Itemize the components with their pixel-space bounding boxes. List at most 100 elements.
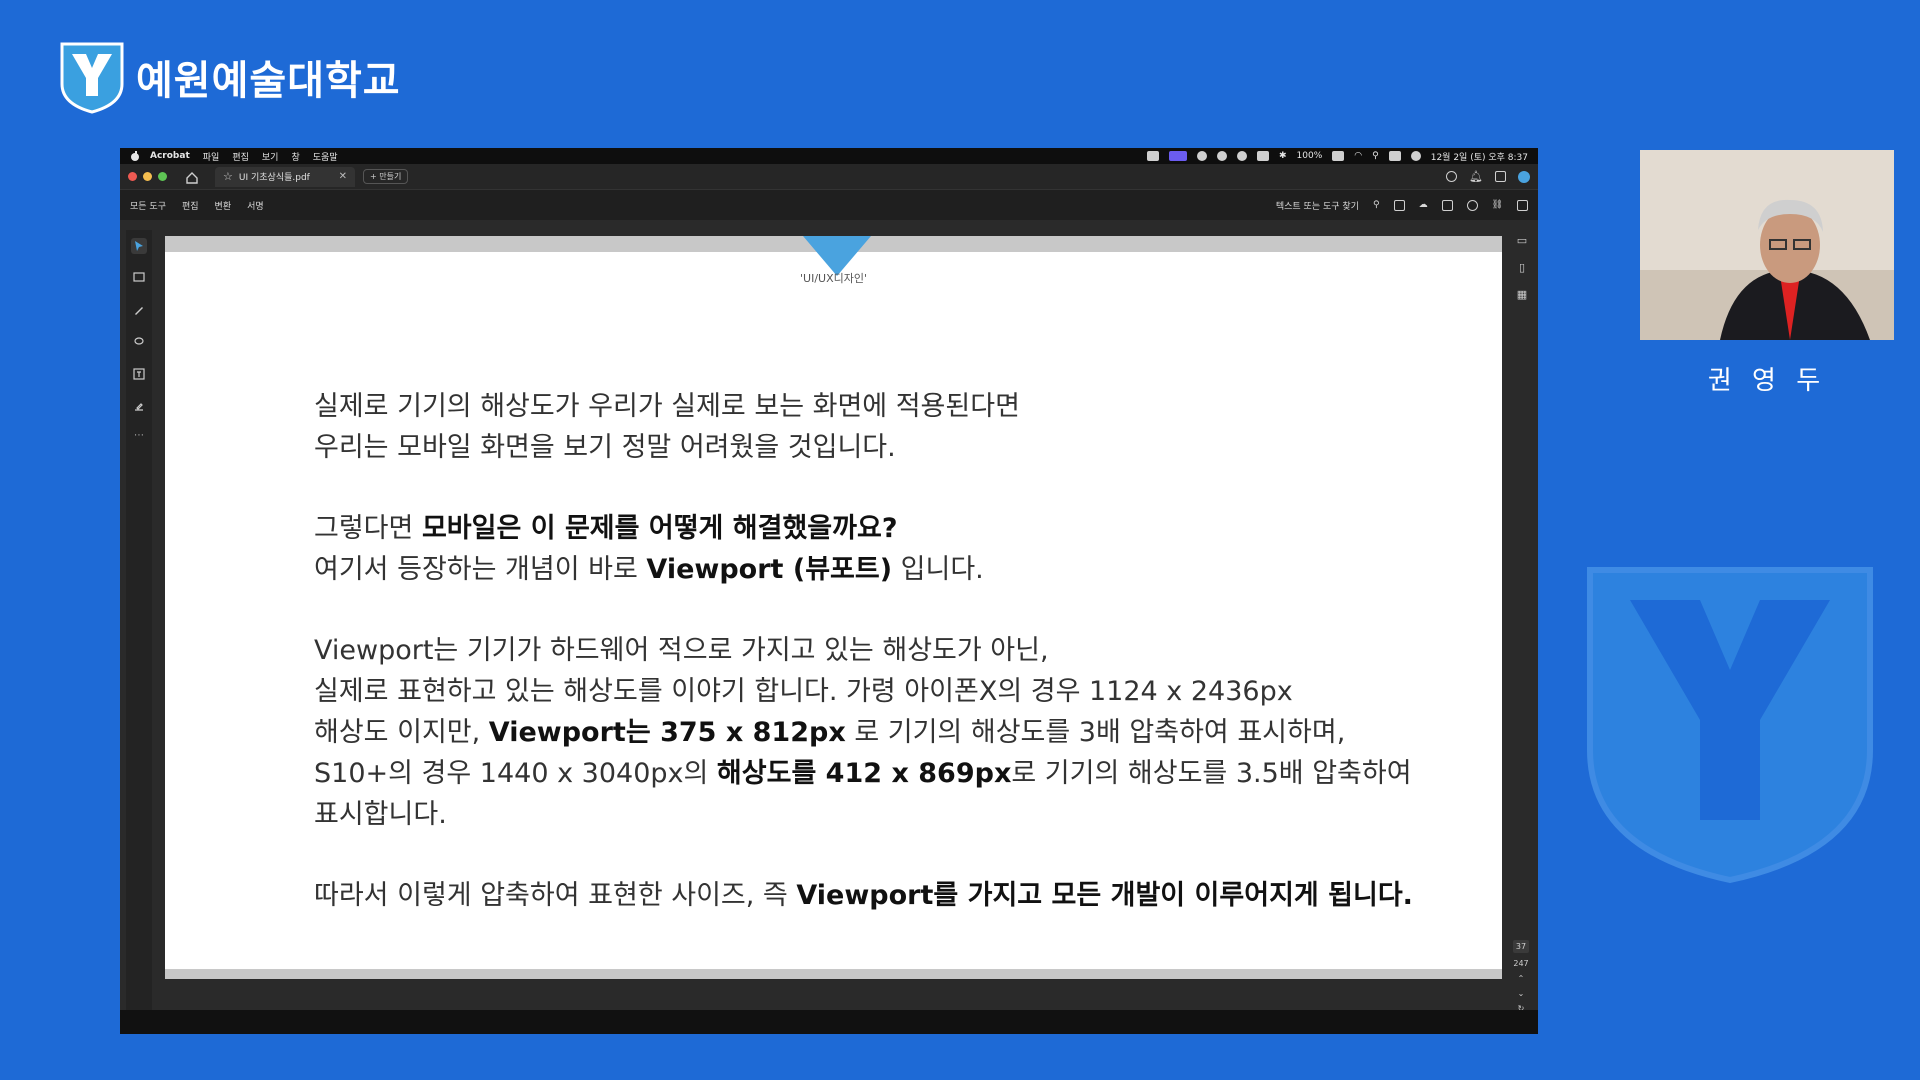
bold-text: Viewport를 가지고 모든 개발이 이루어지게 됩니다. — [796, 880, 1413, 911]
university-watermark-emblem-icon — [1580, 560, 1880, 890]
zoom-window-button[interactable] — [158, 172, 167, 181]
window-controls — [128, 172, 167, 181]
text-span: S10+의 경우 1440 x 3040px의 — [314, 758, 717, 789]
comment-panel-icon[interactable]: ▭ — [1517, 234, 1527, 247]
status-icon[interactable] — [1257, 151, 1269, 161]
close-tab-icon[interactable]: ✕ — [339, 171, 347, 182]
presenter-webcam — [1640, 150, 1894, 340]
tool-search-field[interactable]: 텍스트 또는 도구 찾기 — [1276, 199, 1359, 212]
toolbar-right: 텍스트 또는 도구 찾기 ⚲ ☁ ⛓ — [1276, 199, 1528, 212]
convert-menu[interactable]: 변환 — [215, 199, 232, 212]
text-line: 따라서 이렇게 압축하여 표현한 사이즈, 즉 Viewport를 가지고 모든… — [314, 875, 1414, 916]
acrobat-toolbar: 모든 도구 편집 변환 서명 텍스트 또는 도구 찾기 ⚲ ☁ ⛓ — [120, 190, 1538, 220]
menu-edit[interactable]: 편집 — [232, 150, 249, 163]
menu-file[interactable]: 파일 — [203, 150, 220, 163]
stamp-icon[interactable] — [131, 398, 147, 414]
link-icon[interactable]: ⛓ — [1492, 200, 1503, 210]
status-icon[interactable] — [1237, 151, 1247, 161]
university-name: 예원예술대학교 — [136, 58, 401, 104]
account-avatar[interactable] — [1518, 170, 1530, 183]
text-line: 실제로 기기의 해상도가 우리가 실제로 보는 화면에 적용된다면 — [314, 391, 1020, 422]
page-up-icon[interactable]: ⌃ — [1518, 974, 1525, 983]
save-icon[interactable] — [1393, 199, 1405, 211]
menu-view[interactable]: 보기 — [262, 150, 279, 163]
battery-percentage: 100% — [1296, 151, 1323, 161]
new-tab-button[interactable]: + 만들기 — [363, 169, 409, 184]
text-line: 그렇다면 모바일은 이 문제를 어떻게 해결했을까요? — [314, 508, 1414, 549]
screen-bottom-bar — [120, 1010, 1538, 1034]
page-bottom-band — [165, 969, 1502, 979]
status-icon[interactable] — [1197, 151, 1207, 161]
paragraph-2: 그렇다면 모바일은 이 문제를 어떻게 해결했을까요? 여기서 등장하는 개념이… — [314, 508, 1414, 590]
screen-share-icon[interactable] — [1169, 151, 1187, 161]
edit-menu[interactable]: 편집 — [182, 199, 199, 212]
bell-icon[interactable]: 🔔︎ — [1469, 170, 1483, 183]
current-page-number[interactable]: 37 — [1512, 940, 1530, 953]
lasso-icon[interactable] — [131, 334, 147, 350]
text-line: 표시합니다. — [314, 799, 447, 830]
upload-cloud-icon[interactable]: ☁ — [1419, 200, 1428, 210]
more-tools-icon[interactable]: ⋯ — [134, 430, 144, 441]
minimize-window-button[interactable] — [143, 172, 152, 181]
menubar-clock[interactable]: 12월 2일 (토) 오후 8:37 — [1431, 150, 1528, 163]
menu-help[interactable]: 도움말 — [313, 150, 338, 163]
document-body: 실제로 기기의 해상도가 우리가 실제로 보는 화면에 적용된다면 우리는 모바… — [314, 386, 1414, 956]
comment-add-icon[interactable] — [131, 270, 147, 286]
pdf-page: 'UI/UX디자인' 실제로 기기의 해상도가 우리가 실제로 보는 화면에 적… — [165, 236, 1502, 979]
university-emblem-icon — [58, 40, 126, 114]
menu-acrobat[interactable]: Acrobat — [150, 151, 190, 161]
battery-icon[interactable] — [1332, 151, 1345, 161]
apps-grid-icon[interactable] — [1495, 171, 1506, 182]
siri-icon[interactable] — [1410, 151, 1421, 161]
text-span: 로 기기의 해상도를 3.5배 압축하여 — [1011, 758, 1412, 789]
text-line: 우리는 모바일 화면을 보기 정말 어려웠을 것입니다. — [314, 432, 896, 463]
print-icon[interactable] — [1441, 199, 1453, 211]
text-line: 여기서 등장하는 개념이 바로 Viewport (뷰포트) 입니다. — [314, 549, 1414, 590]
text-line: Viewport는 기기가 하드웨어 적으로 가지고 있는 해상도가 아닌, — [314, 635, 1049, 666]
paragraph-4: 따라서 이렇게 압축하여 표현한 사이즈, 즉 Viewport를 가지고 모든… — [314, 875, 1414, 916]
text-span: 그렇다면 — [314, 513, 422, 544]
status-icon[interactable] — [1147, 151, 1159, 161]
all-tools-menu[interactable]: 모든 도구 — [130, 199, 166, 212]
thumbnails-grid-icon[interactable]: ▦ — [1517, 288, 1527, 301]
paragraph-3: Viewport는 기기가 하드웨어 적으로 가지고 있는 해상도가 아닌, 실… — [314, 630, 1414, 835]
text-span: 따라서 이렇게 압축하여 표현한 사이즈, 즉 — [314, 880, 797, 911]
bluetooth-icon[interactable]: ✱ — [1279, 151, 1287, 161]
university-logo: 예원예술대학교 — [58, 40, 401, 114]
control-center-icon[interactable] — [1388, 151, 1401, 161]
home-icon[interactable] — [185, 170, 199, 184]
pen-icon[interactable] — [131, 302, 147, 318]
paragraph-1: 실제로 기기의 해상도가 우리가 실제로 보는 화면에 적용된다면 우리는 모바… — [314, 386, 1414, 468]
presenter-name: 권 영 두 — [1707, 366, 1827, 396]
wifi-icon[interactable]: ◠ — [1354, 151, 1362, 161]
page-down-icon[interactable]: ⌄ — [1518, 989, 1525, 998]
menu-window[interactable]: 창 — [291, 150, 299, 163]
text-line: 해상도 이지만, Viewport는 375 x 812px 로 기기의 해상도… — [314, 712, 1414, 753]
bold-text: Viewport는 375 x 812px — [488, 717, 846, 748]
bold-text: 해상도를 412 x 869px — [716, 758, 1012, 789]
select-cursor-icon[interactable] — [131, 238, 147, 254]
sign-menu[interactable]: 서명 — [247, 199, 264, 212]
total-pages: 247 — [1513, 959, 1529, 968]
text-box-icon[interactable] — [131, 366, 147, 382]
bold-text: 모바일은 이 문제를 어떻게 해결했을까요? — [421, 513, 898, 544]
search-icon[interactable]: ⚲ — [1373, 200, 1380, 210]
mail-icon[interactable] — [1517, 199, 1528, 211]
shared-screen: Acrobat 파일 편집 보기 창 도움말 ✱ 100% ◠ ⚲ 12월 2일… — [120, 148, 1538, 1034]
close-window-button[interactable] — [128, 172, 137, 181]
document-tab[interactable]: ☆ UI 기초상식들.pdf ✕ — [215, 166, 355, 187]
tabbar-right-icons: 🔔︎ — [1446, 170, 1530, 183]
status-icon[interactable] — [1217, 151, 1227, 161]
document-tab-title: UI 기초상식들.pdf — [238, 173, 310, 183]
bookmark-icon[interactable]: ▯ — [1519, 261, 1525, 274]
acrobat-tabbar: ☆ UI 기초상식들.pdf ✕ + 만들기 🔔︎ — [120, 164, 1538, 190]
share-user-icon[interactable] — [1466, 199, 1478, 211]
apple-icon[interactable] — [130, 151, 140, 161]
spotlight-icon[interactable]: ⚲ — [1372, 151, 1379, 161]
text-span: 입니다. — [892, 554, 984, 585]
left-tools-rail: ⋯ — [126, 230, 152, 1010]
text-line: S10+의 경우 1440 x 3040px의 해상도를 412 x 869px… — [314, 753, 1414, 794]
star-icon[interactable]: ☆ — [223, 170, 233, 183]
help-icon[interactable] — [1446, 171, 1458, 182]
document-workspace: ⋯ 'UI/UX디자인' 실제로 기기의 해상도가 우리가 실제로 보는 화면에… — [120, 220, 1538, 1028]
